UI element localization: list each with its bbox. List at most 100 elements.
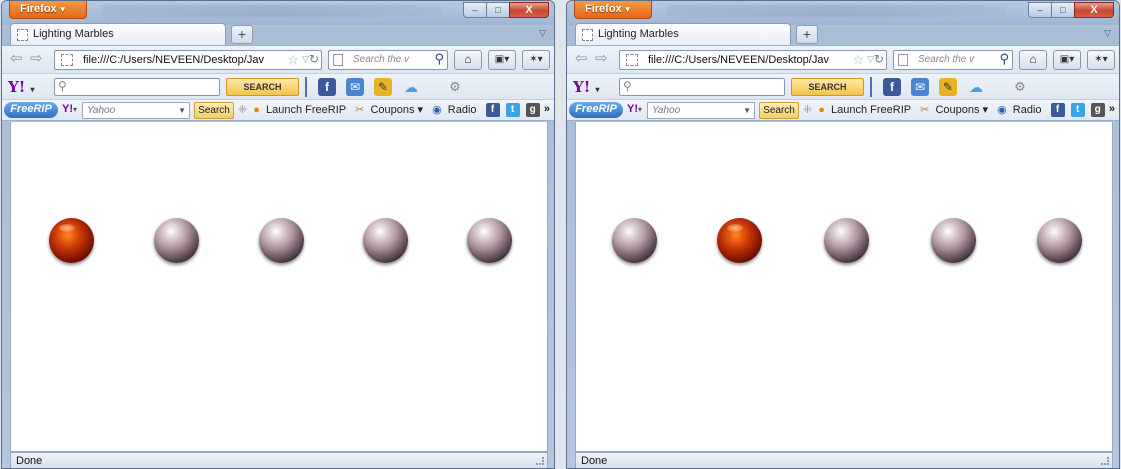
window-controls: – □ X [1028, 2, 1114, 18]
navigation-bar: ⇦ ⇨ file:///C:/Users/NEVEEN/Desktop/Jav … [2, 45, 554, 73]
notepad-icon[interactable]: ✎ [939, 78, 957, 96]
yahoo-logo[interactable]: Y! ▾ [573, 78, 600, 96]
new-tab-button[interactable]: + [796, 25, 818, 44]
marble[interactable] [717, 218, 762, 263]
freerip-search-button[interactable]: Search [194, 102, 234, 119]
radio-link[interactable]: ◉ Radio [997, 104, 1044, 116]
weather-icon[interactable]: ☁ [967, 78, 985, 96]
bookmarks-button[interactable]: ▣▾ [1053, 50, 1081, 70]
url-bar[interactable]: file:///C:/Users/NEVEEN/Desktop/Jav ☆ ▽ … [619, 50, 887, 70]
back-arrow-icon[interactable]: ⇦ [575, 51, 588, 67]
marble[interactable] [824, 218, 869, 263]
twitter-icon[interactable]: t [1070, 103, 1085, 118]
freerip-search-button[interactable]: Search [759, 102, 799, 119]
google-plus-icon[interactable]: g [1090, 103, 1105, 118]
yahoo-search-input[interactable]: ⚲ [54, 78, 220, 96]
freerip-yahoo-logo[interactable]: Y!▾ [62, 103, 77, 115]
bookmark-star-icon[interactable]: ☆ [285, 52, 299, 68]
yahoo-search-button[interactable]: SEARCH [791, 78, 864, 96]
radio-link[interactable]: ◉ Radio [432, 104, 479, 116]
search-engine-icon[interactable] [898, 54, 908, 66]
coupons-link[interactable]: ✂ Coupons ▾ [355, 104, 426, 116]
addon-icon: ✶▾ [1094, 54, 1108, 65]
close-button[interactable]: X [509, 2, 549, 18]
site-identity-icon[interactable] [61, 54, 73, 66]
marble[interactable] [467, 218, 512, 263]
mail-icon[interactable]: ✉ [911, 78, 929, 96]
freerip-search-input[interactable]: Yahoo ▼ [82, 102, 190, 119]
marble[interactable] [931, 218, 976, 263]
mail-icon[interactable]: ✉ [346, 78, 364, 96]
search-icon[interactable]: ⚲ [434, 51, 444, 67]
settings-gear-icon[interactable]: ⚙ [446, 78, 464, 96]
yahoo-search-button[interactable]: SEARCH [226, 78, 299, 96]
google-plus-icon[interactable]: g [525, 103, 540, 118]
search-input[interactable]: Search the v ⚲ [328, 50, 448, 70]
maximize-button[interactable]: □ [1051, 2, 1075, 18]
bookmark-star-icon[interactable]: ☆ [850, 52, 864, 68]
twitter-icon[interactable]: t [505, 103, 520, 118]
bookmarks-button[interactable]: ▣▾ [488, 50, 516, 70]
facebook-icon[interactable]: f [485, 103, 500, 118]
marble[interactable] [259, 218, 304, 263]
marble[interactable] [363, 218, 408, 263]
maximize-button[interactable]: □ [486, 2, 510, 18]
resize-grip-icon[interactable] [1101, 457, 1109, 465]
firefox-menu-button[interactable]: Firefox ▼ [9, 1, 87, 19]
chevron-down-icon[interactable]: ▼ [743, 106, 751, 115]
coupons-link[interactable]: ✂ Coupons ▾ [920, 104, 991, 116]
list-all-tabs-icon[interactable]: ▽ [1104, 28, 1111, 39]
forward-arrow-icon[interactable]: ⇨ [595, 51, 608, 67]
yahoo-toolbar: Y! ▾ ⚲ SEARCH f ✉ ✎ ☁ ⚙ [2, 73, 554, 99]
resize-grip-icon[interactable] [536, 457, 544, 465]
toolbar-overflow-button[interactable]: » [544, 103, 550, 115]
new-tab-button[interactable]: + [231, 25, 253, 44]
facebook-icon[interactable]: f [883, 78, 901, 96]
addon-button[interactable]: ✶▾ [1087, 50, 1115, 70]
marble[interactable] [49, 218, 94, 263]
marble[interactable] [1037, 218, 1082, 263]
search-icon[interactable]: ⚲ [999, 51, 1009, 67]
chevron-down-icon[interactable]: ▼ [178, 106, 186, 115]
freerip-search-input[interactable]: Yahoo ▼ [647, 102, 755, 119]
forward-arrow-icon[interactable]: ⇨ [30, 51, 43, 67]
freerip-logo[interactable]: FreeRIP [4, 102, 58, 118]
minimize-button[interactable]: – [463, 2, 487, 18]
marble[interactable] [154, 218, 199, 263]
launch-freerip-link[interactable]: ● Launch FreeRIP [253, 104, 349, 116]
freerip-yahoo-logo[interactable]: Y!▾ [627, 103, 642, 115]
reload-icon[interactable]: ↻ [309, 52, 319, 66]
url-bar[interactable]: file:///C:/Users/NEVEEN/Desktop/Jav ☆ ▽ … [54, 50, 322, 70]
yahoo-logo[interactable]: Y! ▾ [8, 78, 35, 96]
addon-button[interactable]: ✶▾ [522, 50, 550, 70]
launch-freerip-link[interactable]: ● Launch FreeRIP [818, 104, 914, 116]
reload-icon[interactable]: ↻ [874, 52, 884, 66]
tab-lighting-marbles[interactable]: Lighting Marbles [10, 23, 226, 45]
facebook-icon[interactable]: f [318, 78, 336, 96]
search-engine-icon[interactable] [333, 54, 343, 66]
freerip-toolbar: FreeRIP Y!▾ Yahoo ▼ Search ⁜ ● Launch Fre… [567, 99, 1119, 121]
marble[interactable] [612, 218, 657, 263]
close-button[interactable]: X [1074, 2, 1114, 18]
home-button[interactable]: ⌂ [454, 50, 482, 70]
notepad-icon[interactable]: ✎ [374, 78, 392, 96]
firefox-menu-label: Firefox [20, 3, 57, 15]
toolbar-overflow-button[interactable]: » [1109, 103, 1115, 115]
weather-icon[interactable]: ☁ [402, 78, 420, 96]
tab-lighting-marbles[interactable]: Lighting Marbles [575, 23, 791, 45]
minimize-button[interactable]: – [1028, 2, 1052, 18]
search-placeholder: Search the v [353, 54, 410, 65]
divider-icon: ⁜ [803, 104, 813, 116]
search-input[interactable]: Search the v ⚲ [893, 50, 1013, 70]
settings-gear-icon[interactable]: ⚙ [1011, 78, 1029, 96]
yahoo-search-input[interactable]: ⚲ [619, 78, 785, 96]
site-identity-icon[interactable] [626, 54, 638, 66]
freerip-logo[interactable]: FreeRIP [569, 102, 623, 118]
firefox-menu-button[interactable]: Firefox ▼ [574, 1, 652, 19]
list-all-tabs-icon[interactable]: ▽ [539, 28, 546, 39]
home-button[interactable]: ⌂ [1019, 50, 1047, 70]
radio-label: Radio [447, 104, 477, 116]
back-arrow-icon[interactable]: ⇦ [10, 51, 23, 67]
facebook-icon[interactable]: f [1050, 103, 1065, 118]
chevron-down-icon: ▾ [30, 85, 35, 94]
